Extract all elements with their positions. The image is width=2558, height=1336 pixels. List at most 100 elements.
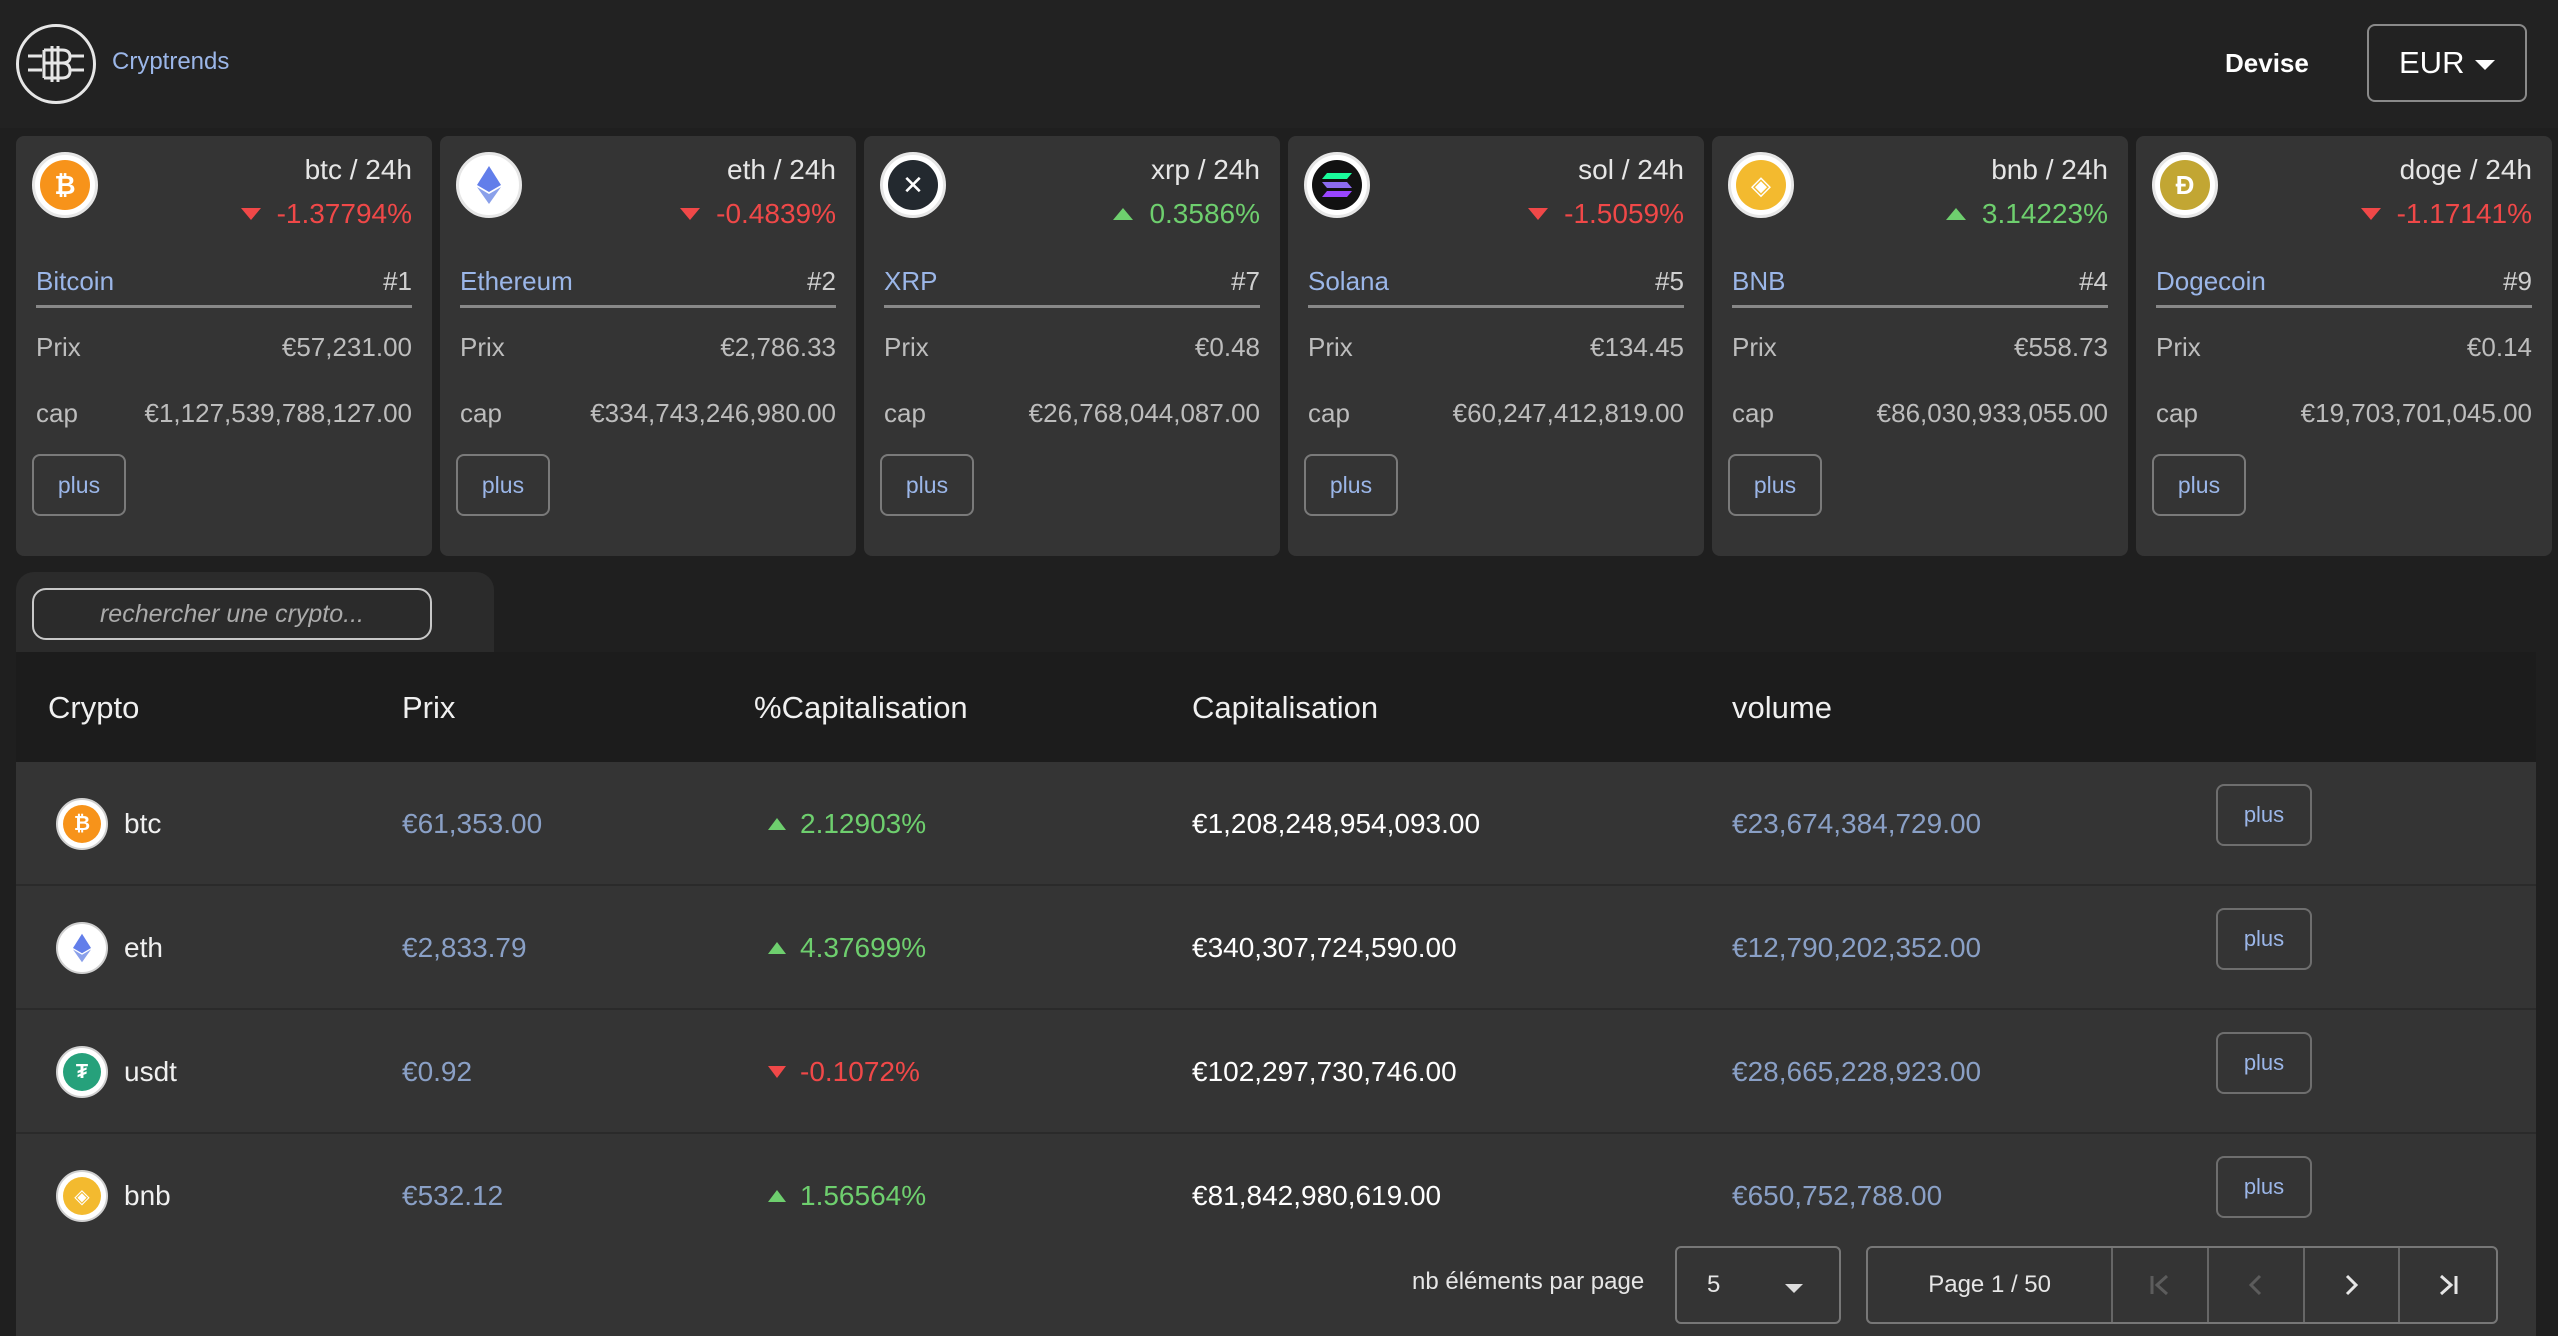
devise-label: Devise [2225, 48, 2309, 78]
coin-name-link[interactable]: Ethereum [460, 266, 573, 297]
cap-label: cap [1732, 398, 1774, 428]
plus-button[interactable]: plus [2152, 454, 2246, 516]
cap-label: cap [2156, 398, 2198, 428]
bnb-icon: ◈ [1728, 152, 1794, 218]
next-page-button[interactable] [2305, 1248, 2401, 1322]
table-row[interactable]: ₿ btc €61,353.00 2.12903% €1,208,248,954… [16, 762, 2536, 886]
prix-label: Prix [460, 332, 505, 362]
prix-value: €134.45 [1590, 332, 1684, 362]
row-cap: €340,307,724,590.00 [1192, 932, 1457, 963]
coin-rank: #2 [807, 266, 836, 296]
row-plus-button[interactable]: plus [2216, 908, 2312, 970]
column-header-prix[interactable]: Prix [402, 690, 455, 726]
table-header: Crypto Prix %Capitalisation Capitalisati… [16, 652, 2536, 762]
arrow-up-icon [768, 1190, 786, 1202]
prix-label: Prix [36, 332, 81, 362]
currency-select[interactable]: EUR [2367, 24, 2527, 102]
row-plus-button[interactable]: plus [2216, 1032, 2312, 1094]
card-change: -0.4839% [680, 198, 836, 230]
prix-value: €2,786.33 [720, 332, 836, 362]
cryptrends-logo-icon[interactable] [16, 24, 96, 104]
row-plus-button[interactable]: plus [2216, 784, 2312, 846]
coin-rank: #5 [1655, 266, 1684, 296]
search-input[interactable] [32, 588, 432, 640]
row-price: €0.92 [402, 1056, 473, 1087]
coin-card-eth: eth / 24h -0.4839% Ethereum #2 Prix €2,786… [440, 136, 856, 556]
plus-button[interactable]: plus [1728, 454, 1822, 516]
cap-value: €26,768,044,087.00 [1028, 398, 1260, 428]
cap-label: cap [36, 398, 78, 428]
row-volume: €12,790,202,352.00 [1732, 932, 1982, 963]
prix-label: Prix [2156, 332, 2201, 362]
row-pct: -0.1072% [768, 1056, 920, 1088]
previous-page-button[interactable] [2209, 1248, 2305, 1322]
table-row[interactable]: ₮ usdt €0.92 -0.1072% €102,297,730,746.0… [16, 1010, 2536, 1134]
plus-button[interactable]: plus [456, 454, 550, 516]
arrow-up-icon [768, 942, 786, 954]
row-price: €2,833.79 [402, 932, 527, 963]
crypto-table: Crypto Prix %Capitalisation Capitalisati… [16, 652, 2536, 1336]
row-plus-button[interactable]: plus [2216, 1156, 2312, 1218]
card-symbol-title: eth / 24h [727, 154, 836, 185]
arrow-up-icon [768, 818, 786, 830]
plus-button[interactable]: plus [1304, 454, 1398, 516]
row-pct: 4.37699% [768, 932, 926, 964]
row-pct: 1.56564% [768, 1180, 926, 1212]
row-volume: €23,674,384,729.00 [1732, 808, 1982, 839]
prix-label: Prix [884, 332, 929, 362]
table-row[interactable]: eth €2,833.79 4.37699% €340,307,724,590.… [16, 886, 2536, 1010]
card-change: -1.17141% [2360, 198, 2532, 230]
cap-value: €19,703,701,045.00 [2300, 398, 2532, 428]
prix-label: Prix [1732, 332, 1777, 362]
brand-name[interactable]: Cryptrends [112, 48, 229, 76]
coin-rank: #7 [1231, 266, 1260, 296]
solana-icon [1304, 152, 1370, 218]
arrow-down-icon [2360, 208, 2381, 220]
pagination: Page 1 / 50 [1866, 1246, 2498, 1324]
prix-value: €558.73 [2014, 332, 2108, 362]
column-header-capitalisation[interactable]: Capitalisation [1192, 690, 1378, 726]
row-pct: 2.12903% [768, 808, 926, 840]
ethereum-icon [456, 152, 522, 218]
plus-button[interactable]: plus [32, 454, 126, 516]
per-page-value: 5 [1707, 1271, 1721, 1298]
column-header-volume[interactable]: volume [1732, 690, 1832, 726]
column-header-pct-cap[interactable]: %Capitalisation [754, 690, 968, 726]
first-page-icon [2150, 1274, 2169, 1296]
cap-label: cap [460, 398, 502, 428]
coin-name-link[interactable]: Dogecoin [2156, 266, 2266, 297]
prix-value: €0.14 [2466, 332, 2532, 362]
coin-card-btc: ₿ btc / 24h -1.37794% Bitcoin #1 Prix €57,… [16, 136, 432, 556]
column-header-crypto[interactable]: Crypto [48, 690, 139, 726]
coin-name-link[interactable]: BNB [1732, 266, 1785, 297]
cap-label: cap [1308, 398, 1350, 428]
coin-rank: #9 [2503, 266, 2532, 296]
card-symbol-title: bnb / 24h [1991, 154, 2108, 185]
coin-name-link[interactable]: XRP [884, 266, 937, 297]
caret-down-icon [2475, 60, 2495, 70]
first-page-button[interactable] [2113, 1248, 2209, 1322]
arrow-up-icon [1945, 208, 1966, 220]
per-page-label: nb éléments par page [1412, 1268, 1645, 1295]
last-page-button[interactable] [2400, 1248, 2496, 1322]
coin-name-link[interactable]: Solana [1308, 266, 1389, 297]
table-row[interactable]: ◈ bnb €532.12 1.56564% €81,842,980,619.0… [16, 1134, 2536, 1258]
coin-name-link[interactable]: Bitcoin [36, 266, 114, 297]
arrow-down-icon [1528, 208, 1549, 220]
per-page-select[interactable]: 5 [1675, 1246, 1841, 1324]
coin-card-sol: sol / 24h -1.5059% Solana #5 Prix €134.45 … [1288, 136, 1704, 556]
card-change: 3.14223% [1945, 198, 2108, 230]
bitcoin-icon: ₿ [32, 152, 98, 218]
bitcoin-icon: ₿ [56, 798, 108, 850]
top-coins-cards: ₿ btc / 24h -1.37794% Bitcoin #1 Prix €57,… [16, 136, 2552, 556]
prix-value: €0.48 [1194, 332, 1260, 362]
cap-value: €86,030,933,055.00 [1876, 398, 2108, 428]
plus-button[interactable]: plus [880, 454, 974, 516]
card-symbol-title: xrp / 24h [1151, 154, 1260, 185]
row-symbol: bnb [124, 1180, 171, 1211]
currency-value: EUR [2399, 45, 2465, 80]
prix-label: Prix [1308, 332, 1353, 362]
row-price: €61,353.00 [402, 808, 543, 839]
arrow-down-icon [768, 1066, 786, 1078]
coin-card-doge: Ð doge / 24h -1.17141% Dogecoin #9 Prix €0… [2136, 136, 2552, 556]
